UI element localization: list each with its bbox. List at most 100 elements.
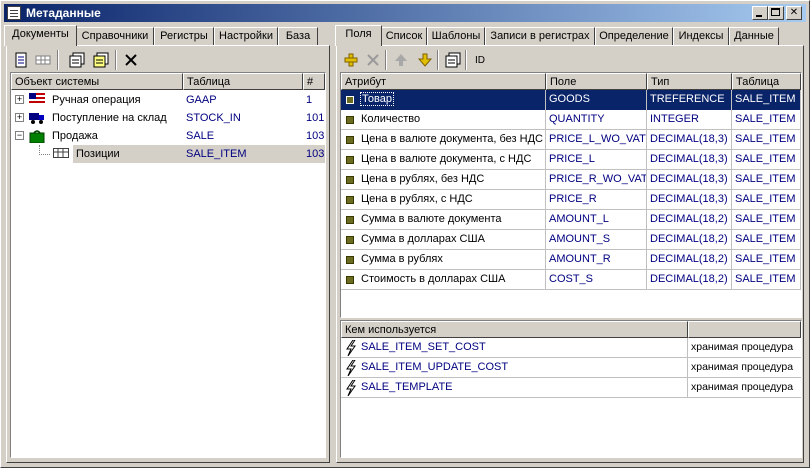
expand-toggle[interactable]: +	[15, 113, 24, 122]
left-tab-0[interactable]: Документы	[4, 25, 77, 46]
new-document-button[interactable]	[11, 50, 31, 70]
field-cell-attribute: Количество	[341, 110, 546, 130]
delete-icon	[123, 52, 139, 71]
header-used-by[interactable]: Кем используется	[341, 321, 688, 338]
maximize-icon	[771, 8, 780, 16]
attribute-icon	[346, 196, 354, 204]
left-toolbar	[11, 49, 311, 71]
field-table-text: SALE_ITEM	[735, 113, 796, 125]
field-row[interactable]: Сумма в рублях AMOUNT_R DECIMAL(18,2) SALE_…	[341, 250, 801, 270]
attribute-icon	[346, 136, 354, 144]
add-button[interactable]	[341, 50, 361, 70]
field-row[interactable]: Цена в валюте документа, без НДС PRICE_L_…	[341, 130, 801, 150]
header-table[interactable]: Таблица	[732, 73, 801, 90]
minimize-button[interactable]	[752, 6, 768, 20]
move-down-button[interactable]	[415, 50, 435, 70]
field-row[interactable]: Стоимость в долларах США COST_S DECIMAL(18…	[341, 270, 801, 290]
field-cell-type: DECIMAL(18,3)	[647, 130, 732, 150]
delete-button[interactable]	[363, 50, 383, 70]
field-cell-attribute: Цена в валюте документа, с НДС	[341, 150, 546, 170]
field-field-text: COST_S	[549, 273, 594, 285]
field-row[interactable]: Цена в валюте документа, с НДС PRICE_L DEC…	[341, 150, 801, 170]
field-cell-field: PRICE_R_WO_VAT	[546, 170, 647, 190]
right-tab-strip: Поля Список Шаблоны Записи в регистрах Опред…	[335, 25, 805, 46]
usage-kind: хранимая процедура	[691, 361, 794, 373]
left-tab-2[interactable]: Регистры	[154, 27, 214, 45]
field-cell-type: DECIMAL(18,3)	[647, 150, 732, 170]
tree-row[interactable]: + Ручная операция GAAP 1	[11, 91, 325, 109]
right-tab-2[interactable]: Шаблоны	[427, 27, 485, 45]
header-type[interactable]: Тип	[647, 73, 732, 90]
left-tab-1[interactable]: Справочники	[76, 27, 154, 45]
move-up-icon	[393, 52, 409, 71]
toolbar-separator	[115, 50, 117, 70]
tree-row-table: STOCK_IN	[186, 112, 241, 124]
lightning-icon	[345, 379, 357, 398]
left-tab-3[interactable]: Настройки	[214, 27, 278, 45]
tree-row[interactable]: − Продажа SALE 103	[11, 127, 325, 145]
right-tab-1[interactable]: Список	[381, 27, 427, 45]
field-cell-field: PRICE_L_WO_VAT	[546, 130, 647, 150]
right-tab-5[interactable]: Индексы	[673, 27, 729, 45]
tree-row[interactable]: + Поступление на склад STOCK_IN 101	[11, 109, 325, 127]
field-table-text: SALE_ITEM	[735, 133, 796, 145]
usage-grid[interactable]: Кем используется SALE_ITEM_SET_COST храни…	[340, 320, 802, 458]
toolbar-separator	[385, 50, 387, 70]
field-cell-table: SALE_ITEM	[732, 170, 801, 190]
field-field-text: PRICE_L_WO_VAT	[549, 133, 646, 145]
header-attribute[interactable]: Атрибут	[341, 73, 546, 90]
title-bar[interactable]: Метаданные ✕	[4, 4, 806, 22]
right-tab-3[interactable]: Записи в регистрах	[485, 27, 595, 45]
field-field-text: PRICE_L	[549, 153, 595, 165]
tree-row[interactable]: Позиции SALE_ITEM 103	[11, 145, 325, 163]
field-row[interactable]: Цена в рублях, с НДС PRICE_R DECIMAL(18,3)…	[341, 190, 801, 210]
field-row[interactable]: Количество QUANTITY INTEGER SALE_ITEM	[341, 110, 801, 130]
right-tab-6[interactable]: Данные	[729, 27, 779, 45]
field-field-text: AMOUNT_R	[549, 253, 611, 265]
header-table[interactable]: Таблица	[183, 73, 303, 90]
right-tab-4[interactable]: Определение	[595, 27, 673, 45]
field-row[interactable]: Сумма в валюте документа AMOUNT_L DECIMAL(…	[341, 210, 801, 230]
close-button[interactable]: ✕	[786, 6, 802, 20]
usage-kind: хранимая процедура	[691, 341, 794, 353]
header-kind[interactable]	[688, 321, 801, 338]
field-type-text: DECIMAL(18,2)	[650, 273, 728, 285]
header-object[interactable]: Объект системы	[11, 73, 183, 90]
expand-toggle[interactable]: −	[15, 131, 24, 140]
tree-view[interactable]: Объект системы Таблица # + Ручная операци…	[10, 72, 326, 458]
field-table-text: SALE_ITEM	[735, 253, 796, 265]
field-row[interactable]: Товар GOODS TREFERENCE SALE_ITEM	[341, 90, 801, 110]
field-row[interactable]: Цена в рублях, без НДС PRICE_R_WO_VAT DECI…	[341, 170, 801, 190]
properties-icon	[445, 52, 461, 71]
usage-row[interactable]: SALE_TEMPLATE хранимая процедура	[341, 378, 801, 398]
usage-row[interactable]: SALE_ITEM_SET_COST хранимая процедура	[341, 338, 801, 358]
move-up-button[interactable]	[391, 50, 411, 70]
close-icon: ✕	[789, 7, 799, 18]
grid-button[interactable]	[33, 50, 53, 70]
maximize-button[interactable]	[768, 6, 784, 20]
tab-label: Регистры	[160, 30, 208, 42]
field-field-text: QUANTITY	[549, 113, 605, 125]
delete-button[interactable]	[121, 50, 141, 70]
properties-button[interactable]	[67, 50, 87, 70]
fields-grid[interactable]: Атрибут Поле Тип Таблица Товар GOODS TREFE…	[340, 72, 802, 318]
field-cell-attribute: Цена в рублях, без НДС	[341, 170, 546, 190]
header-field[interactable]: Поле	[546, 73, 647, 90]
add-icon	[343, 52, 359, 71]
field-attribute-text: Сумма в валюте документа	[361, 213, 502, 225]
id-button[interactable]: ID	[475, 55, 485, 66]
header-num[interactable]: #	[303, 73, 325, 90]
expand-toggle[interactable]: +	[15, 95, 24, 104]
field-attribute-text: Сумма в долларах США	[361, 233, 485, 245]
field-row[interactable]: Сумма в долларах США AMOUNT_S DECIMAL(18,2…	[341, 230, 801, 250]
field-cell-table: SALE_ITEM	[732, 250, 801, 270]
field-field-text: GOODS	[549, 93, 590, 105]
properties-alt-button[interactable]	[91, 50, 111, 70]
field-type-text: DECIMAL(18,3)	[650, 173, 728, 185]
field-table-text: SALE_ITEM	[735, 93, 796, 105]
left-tab-4[interactable]: База	[278, 27, 318, 45]
properties-button[interactable]	[443, 50, 463, 70]
usage-row[interactable]: SALE_ITEM_UPDATE_COST хранимая процедура	[341, 358, 801, 378]
right-tab-0[interactable]: Поля	[335, 25, 382, 46]
field-cell-field: AMOUNT_S	[546, 230, 647, 250]
